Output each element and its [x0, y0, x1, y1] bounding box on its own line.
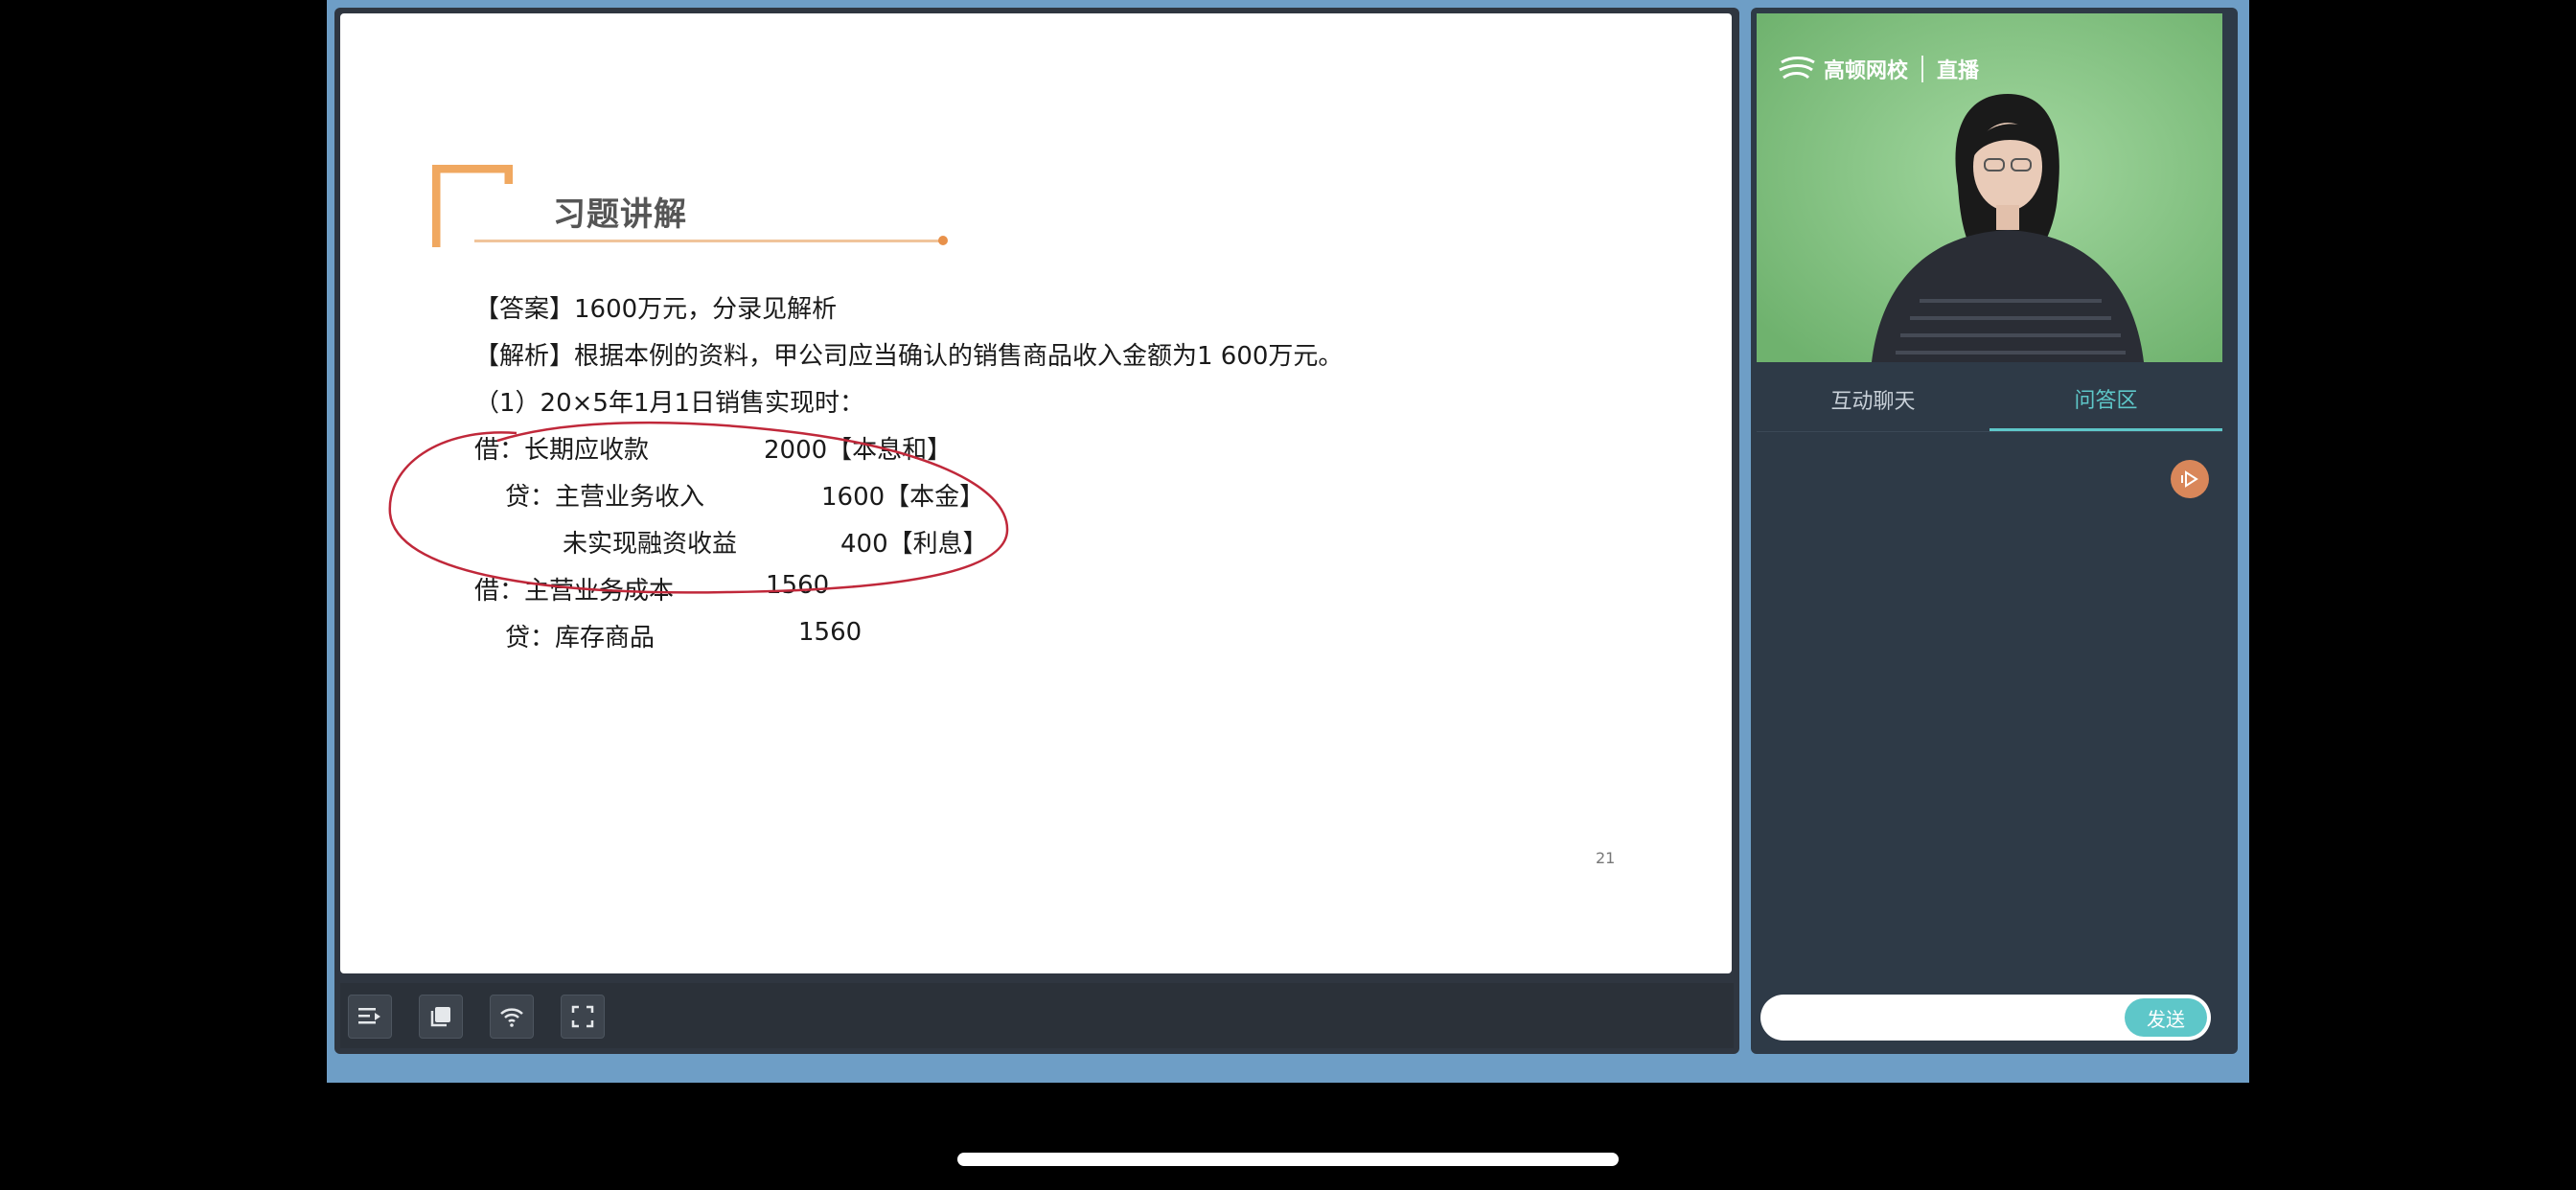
- entry-account: 借：主营业务成本: [474, 577, 675, 606]
- step-line: （1）20×5年1月1日销售实现时：: [474, 389, 865, 418]
- brand-logo: 高顿网校 直播: [1778, 54, 1979, 84]
- qa-panel-body: [1757, 431, 2222, 968]
- catalog-button[interactable]: [348, 995, 392, 1039]
- teacher-video[interactable]: 高顿网校 直播: [1757, 13, 2222, 362]
- play-badge-icon: [2181, 470, 2198, 488]
- tab-qa[interactable]: 问答区: [1990, 368, 2222, 431]
- play-badge-button[interactable]: [2171, 460, 2209, 498]
- page-number: 21: [1596, 849, 1616, 867]
- send-button[interactable]: 发送: [2125, 998, 2207, 1037]
- home-indicator[interactable]: [957, 1153, 1619, 1166]
- slide-area: 习题讲解 【答案】1600万元，分录见解析 【解析】根据本例的资料，甲公司应当确…: [334, 8, 1739, 1054]
- panel-tabs: 互动聊天 问答区: [1757, 368, 2222, 432]
- entry-amount: 400【利息】: [840, 530, 988, 559]
- entry-account: 未实现融资收益: [563, 530, 738, 559]
- bottom-toolbar: [340, 983, 1734, 1048]
- entry-account: 贷：库存商品: [505, 624, 656, 652]
- entry-amount: 1560: [798, 618, 862, 647]
- title-bracket-icon: [432, 165, 513, 247]
- analysis-line: 【解析】根据本例的资料，甲公司应当确认的销售商品收入金额为1 600万元。: [474, 342, 1344, 371]
- tab-chat[interactable]: 互动聊天: [1757, 368, 1990, 431]
- entry-amount: 2000【本息和】: [764, 436, 953, 465]
- fullscreen-icon: [571, 1005, 594, 1028]
- logo-separator: [1921, 56, 1924, 82]
- copy-layers-icon: [430, 1007, 450, 1027]
- fullscreen-button[interactable]: [561, 995, 605, 1039]
- answer-line: 【答案】1600万元，分录见解析: [474, 295, 838, 324]
- brand-logo-sub: 直播: [1937, 59, 1980, 83]
- app-screen: 习题讲解 【答案】1600万元，分录见解析 【解析】根据本例的资料，甲公司应当确…: [327, 0, 2249, 1083]
- brand-logo-name: 高顿网校: [1824, 59, 1909, 83]
- entry-amount: 1600【本金】: [821, 483, 985, 512]
- message-input-row: 发送: [1760, 995, 2211, 1041]
- signal-icon: [500, 1008, 523, 1027]
- brand-logo-icon: [1779, 57, 1815, 80]
- copy-button[interactable]: [419, 995, 463, 1039]
- catalog-icon: [358, 1008, 380, 1024]
- entry-account: 贷：主营业务收入: [505, 483, 705, 512]
- slide-page: 习题讲解 【答案】1600万元，分录见解析 【解析】根据本例的资料，甲公司应当确…: [340, 13, 1732, 973]
- slide-title: 习题讲解: [553, 195, 687, 234]
- signal-button[interactable]: [490, 995, 534, 1039]
- entry-account: 借：长期应收款: [474, 436, 650, 465]
- title-underline: [474, 240, 944, 242]
- side-panel: 高顿网校 直播 互动聊天 问答区 发送: [1751, 8, 2238, 1054]
- entry-amount: 1560: [766, 571, 830, 600]
- title-underline-dot: [938, 236, 948, 245]
